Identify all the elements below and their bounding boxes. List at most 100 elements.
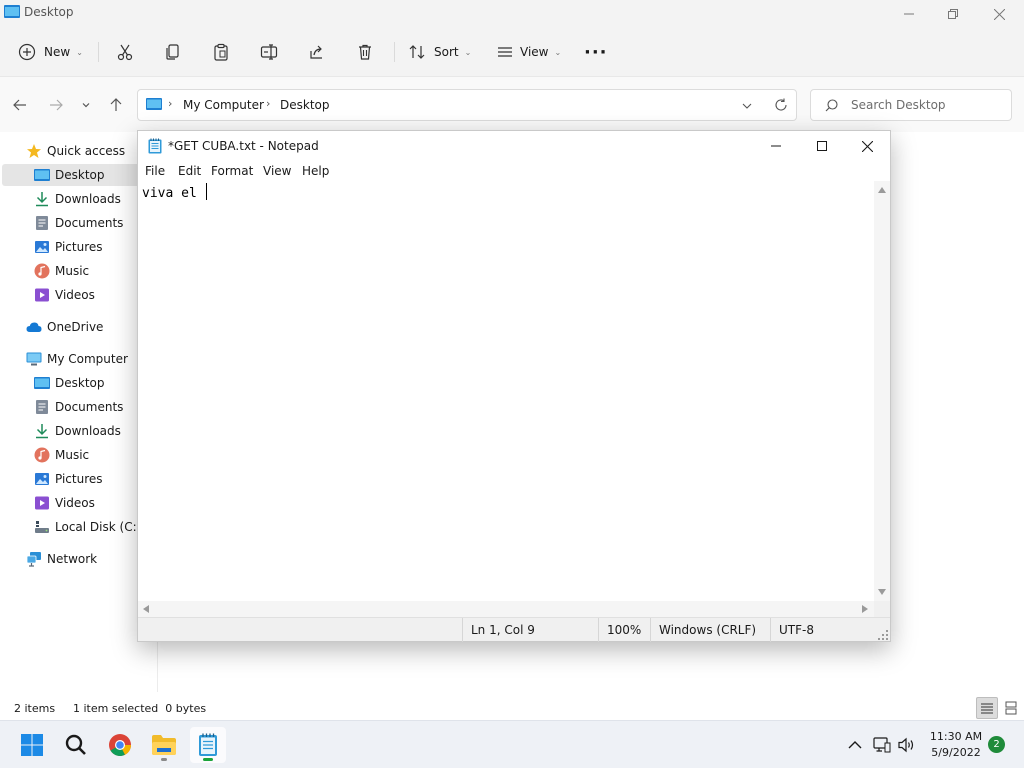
show-hidden-icons-button[interactable]: [845, 735, 865, 755]
notepad-close-button[interactable]: [844, 131, 890, 161]
minimize-button[interactable]: [886, 0, 932, 28]
sidebar-item-label: Quick access: [47, 144, 126, 158]
notepad-taskbar-button[interactable]: [190, 727, 226, 763]
download-icon: [36, 424, 48, 439]
horizontal-scrollbar[interactable]: [138, 601, 874, 617]
new-button[interactable]: New ⌄: [18, 38, 86, 66]
sidebar-item-label: Music: [55, 264, 90, 278]
notepad-minimize-button[interactable]: [753, 131, 799, 161]
sidebar-item-music[interactable]: Music: [2, 260, 156, 282]
sidebar-item-pictures[interactable]: Pictures: [2, 236, 156, 258]
sidebar-item-pictures[interactable]: Pictures: [2, 468, 156, 490]
notepad-titlebar[interactable]: *GET CUBA.txt - Notepad: [138, 131, 890, 161]
maximize-icon: [817, 141, 827, 151]
line-ending: Windows (CRLF): [650, 618, 770, 642]
up-button[interactable]: [106, 95, 126, 115]
cut-button[interactable]: [116, 38, 134, 66]
file-explorer-taskbar-button[interactable]: [146, 727, 182, 763]
sidebar-item-label: Documents: [55, 216, 124, 230]
notepad-window: *GET CUBA.txt - Notepad File Edit Format…: [137, 130, 891, 642]
resize-grip-icon[interactable]: [878, 630, 888, 640]
share-icon: [310, 45, 322, 59]
sidebar-item-downloads[interactable]: Downloads: [2, 420, 156, 442]
menu-edit[interactable]: Edit: [178, 164, 201, 178]
sidebar-item-videos[interactable]: Videos: [2, 284, 156, 306]
scroll-down-arrow-icon[interactable]: [878, 589, 886, 595]
sidebar-item-network[interactable]: Network: [2, 548, 156, 570]
refresh-icon[interactable]: [774, 98, 788, 112]
copy-icon: [166, 44, 179, 60]
scroll-up-arrow-icon[interactable]: [878, 187, 886, 193]
clipboard-icon: [214, 43, 228, 61]
chevron-down-icon[interactable]: [742, 101, 752, 111]
explorer-titlebar: Desktop: [0, 0, 1024, 28]
network-status-button[interactable]: [872, 735, 892, 755]
search-box[interactable]: Search Desktop: [810, 89, 1012, 121]
paste-button[interactable]: [212, 38, 230, 66]
vertical-scrollbar[interactable]: [874, 181, 890, 601]
share-button[interactable]: [308, 38, 326, 66]
scroll-left-arrow-icon[interactable]: [143, 605, 149, 613]
sidebar-item-desktop[interactable]: Desktop: [2, 164, 156, 186]
search-button[interactable]: [58, 727, 94, 763]
close-icon: [861, 140, 873, 152]
separator: [394, 42, 395, 62]
sidebar-item-documents[interactable]: Documents: [2, 396, 156, 418]
breadcrumb-chevron-icon: ›: [168, 97, 173, 110]
sidebar-item-quick-access[interactable]: Quick access: [2, 140, 156, 162]
notepad-text-area[interactable]: viva el: [138, 181, 874, 601]
sidebar-item-label: Pictures: [55, 472, 103, 486]
volume-button[interactable]: [897, 735, 917, 755]
notepad-maximize-button[interactable]: [799, 131, 845, 161]
windows-logo-icon: [21, 734, 43, 756]
sort-button[interactable]: Sort ⌄: [408, 38, 472, 66]
menu-help[interactable]: Help: [302, 164, 329, 178]
menu-view[interactable]: View: [263, 164, 291, 178]
recent-locations-button[interactable]: [76, 95, 96, 115]
more-options-button[interactable]: ···: [584, 38, 608, 66]
tiles-view-icon: [1005, 701, 1017, 715]
search-placeholder: Search Desktop: [851, 98, 946, 112]
music-icon: [34, 447, 50, 463]
arrow-right-icon: [50, 99, 63, 111]
address-bar[interactable]: › My Computer › Desktop: [137, 89, 797, 121]
close-button[interactable]: [976, 0, 1022, 28]
rename-button[interactable]: [260, 38, 278, 66]
chrome-taskbar-button[interactable]: [102, 727, 138, 763]
clock[interactable]: 11:30 AM 5/9/2022: [922, 729, 990, 761]
network-icon: [873, 737, 891, 753]
sidebar-item-label: Downloads: [55, 424, 121, 438]
sidebar-item-local-disk[interactable]: Local Disk (C:): [2, 516, 156, 538]
details-view-button[interactable]: [976, 697, 998, 719]
chevron-down-icon: ⌄: [554, 47, 562, 57]
breadcrumb-desktop[interactable]: Desktop: [280, 98, 330, 112]
start-button[interactable]: [14, 727, 50, 763]
notification-badge[interactable]: 2: [988, 736, 1005, 753]
forward-button[interactable]: [46, 95, 66, 115]
sidebar-item-videos[interactable]: Videos: [2, 492, 156, 514]
clock-time: 11:30 AM: [929, 730, 983, 743]
chevron-down-icon: ⌄: [464, 47, 472, 57]
menu-file[interactable]: File: [145, 164, 165, 178]
encoding: UTF-8: [770, 618, 890, 642]
breadcrumb-my-computer[interactable]: My Computer: [183, 98, 264, 112]
copy-button[interactable]: [164, 38, 182, 66]
menu-format[interactable]: Format: [211, 164, 253, 178]
sidebar-item-music[interactable]: Music: [2, 444, 156, 466]
scroll-right-arrow-icon[interactable]: [862, 605, 868, 613]
tiles-view-button[interactable]: [1000, 697, 1022, 719]
back-button[interactable]: [10, 95, 30, 115]
sidebar-item-onedrive[interactable]: OneDrive: [2, 316, 156, 338]
sidebar-item-desktop[interactable]: Desktop: [2, 372, 156, 394]
delete-button[interactable]: [356, 38, 374, 66]
sidebar-item-my-computer[interactable]: My Computer: [2, 348, 156, 370]
taskbar: 11:30 AM 5/9/2022 2: [0, 720, 1024, 768]
sidebar-item-downloads[interactable]: Downloads: [2, 188, 156, 210]
sidebar-item-documents[interactable]: Documents: [2, 212, 156, 234]
sidebar-item-label: Desktop: [55, 376, 105, 390]
trash-icon: [359, 44, 371, 60]
arrow-up-icon: [110, 98, 122, 111]
view-button[interactable]: View ⌄: [496, 38, 564, 66]
restore-button[interactable]: [930, 0, 976, 28]
notepad-icon: [199, 733, 217, 756]
